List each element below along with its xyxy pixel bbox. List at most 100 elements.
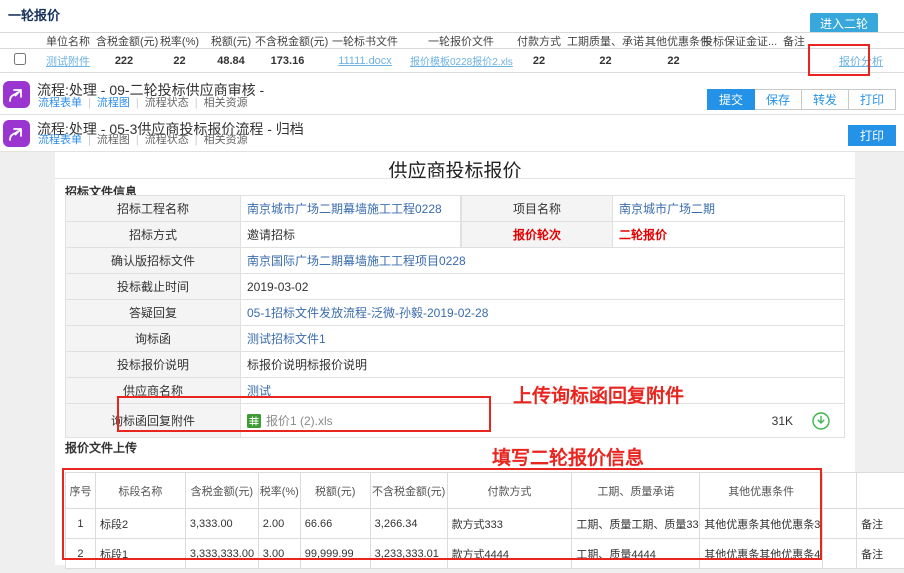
quote-table: 序号 标段名称 含税金额(元) 税率(%) 税额(元) 不含税金额(元) 付款方… <box>65 472 904 569</box>
cell-remark: 备注 <box>857 539 904 568</box>
col-quality: 工期质量、承诺 <box>566 33 645 49</box>
submit-button[interactable]: 提交 <box>707 89 755 110</box>
field-label: 供应商名称 <box>66 378 241 403</box>
cell-quality-promise: 工期、质量4444 <box>572 539 700 568</box>
field-label: 招标方式 <box>66 222 241 247</box>
field-label: 答疑回复 <box>66 300 241 325</box>
enter-round2-button[interactable]: 进入二轮 <box>810 13 878 33</box>
col-quote-file: 一轮报价文件 <box>410 33 512 49</box>
cell-tax-rate: 22 <box>152 55 207 67</box>
link-flow-form[interactable]: 流程表单 <box>38 134 82 146</box>
cell-payment: 款方式333 <box>448 509 573 538</box>
unit-name-link[interactable]: 测试附件 <box>46 56 90 68</box>
col-tax: 税额(元) <box>301 473 371 508</box>
quote-table-row: 1 标段2 3,333.00 2.00 66.66 3,266.34 款方式33… <box>66 509 904 539</box>
form-row: 确认版招标文件 南京国际广场二期幕墙施工工程项目0228 <box>66 248 845 274</box>
cell-other-benefits: 其他优惠条其他优惠条333 <box>700 509 823 538</box>
col-tax-rate: 税率(%) <box>259 473 301 508</box>
field-label: 项目名称 <box>461 196 613 221</box>
quote-note-value: 标报价说明标报价说明 <box>241 352 845 377</box>
col-spacer <box>823 473 857 508</box>
cell-other: 22 <box>645 55 702 67</box>
save-button[interactable]: 保存 <box>755 89 802 110</box>
cell-tax-incl: 3,333,333.00 <box>186 539 259 568</box>
quote-round-value: 二轮报价 <box>613 222 845 247</box>
link-related-resources[interactable]: 相关资源 <box>204 97 248 109</box>
cell-section-name: 标段2 <box>96 509 186 538</box>
cell-tax-excl: 3,233,333.01 <box>371 539 448 568</box>
row-checkbox[interactable] <box>14 53 26 65</box>
link-flow-status[interactable]: 流程状态 <box>145 97 189 109</box>
col-other-benefits: 其他优惠条件 <box>700 473 823 508</box>
workflow1-buttons: 提交 保存 转发 打印 <box>707 89 896 110</box>
cell-tax-incl: 3,333.00 <box>186 509 259 538</box>
workflow-header-1: 流程:处理 - 09-二轮投标供应商审核 - 流程表单|流程图|流程状态|相关资… <box>0 76 904 115</box>
col-remark: 备注 <box>770 33 818 49</box>
link-flow-chart[interactable]: 流程图 <box>97 134 130 146</box>
quote-analysis-link[interactable]: 报价分析 <box>839 56 883 68</box>
form-row: 投标截止时间 2019-03-02 <box>66 274 845 300</box>
project-name-value: 南京城市广场二期 <box>613 196 845 221</box>
col-tax-rate: 税率(%) <box>152 33 207 49</box>
forward-button[interactable]: 转发 <box>802 89 849 110</box>
cell-tax-rate: 2.00 <box>259 509 301 538</box>
download-icon[interactable] <box>812 412 830 430</box>
excel-file-icon <box>247 414 261 428</box>
inquiry-letter-value: 测试招标文件1 <box>241 326 845 351</box>
cell-tax-excl: 173.16 <box>255 55 320 67</box>
col-remark <box>857 473 904 508</box>
field-label: 投标截止时间 <box>66 274 241 299</box>
cell-other-benefits: 其他优惠条其他优惠条44 <box>700 539 823 568</box>
attachment-filename[interactable]: 报价1 (2).xls <box>266 412 333 429</box>
cell-tax: 48.84 <box>207 55 255 67</box>
field-label: 招标工程名称 <box>66 196 241 221</box>
col-deposit: 投标保证金证... <box>702 33 770 49</box>
field-label: 确认版招标文件 <box>66 248 241 273</box>
form-row-attachment: 询标函回复附件 报价1 (2).xls 31K <box>66 404 845 438</box>
link-related-resources[interactable]: 相关资源 <box>204 134 248 146</box>
cell-payment: 22 <box>512 55 566 67</box>
col-bid-file: 一轮标书文件 <box>320 33 410 49</box>
quote-table-header: 序号 标段名称 含税金额(元) 税率(%) 税额(元) 不含税金额(元) 付款方… <box>66 473 904 509</box>
form-row: 询标函 测试招标文件1 <box>66 326 845 352</box>
round1-table-header: 单位名称 含税金额(元) 税率(%) 税额(元) 不含税金额(元) 一轮标书文件… <box>0 32 904 49</box>
cell-tax: 99,999.99 <box>301 539 371 568</box>
cell-spacer <box>823 509 857 538</box>
link-flow-status[interactable]: 流程状态 <box>145 134 189 146</box>
cell-index: 1 <box>66 509 96 538</box>
form-row: 投标报价说明 标报价说明标报价说明 <box>66 352 845 378</box>
quote-table-row: 2 标段1 3,333,333.00 3.00 99,999.99 3,233,… <box>66 539 904 569</box>
supplier-name-value: 测试 <box>241 378 845 403</box>
col-section-name: 标段名称 <box>96 473 186 508</box>
workflow2-links: 流程表单|流程图|流程状态|相关资源 <box>38 131 248 147</box>
col-tax-excl: 不含税金额(元) <box>255 33 320 49</box>
cell-tax: 66.66 <box>301 509 371 538</box>
field-label: 投标报价说明 <box>66 352 241 377</box>
col-tax: 税额(元) <box>207 33 255 49</box>
form-row: 供应商名称 测试 <box>66 378 845 404</box>
field-label: 询标函回复附件 <box>66 404 241 437</box>
cell-quality-promise: 工期、质量工期、质量3333 <box>572 509 700 538</box>
form-panel: 供应商投标报价 招标文件信息 招标工程名称 南京城市广场二期幕墙施工工程0228… <box>55 152 855 565</box>
cell-tax-rate: 3.00 <box>259 539 301 568</box>
col-tax-excl: 不含税金额(元) <box>371 473 448 508</box>
bid-file-link[interactable]: 11111.docx <box>338 55 392 67</box>
link-flow-chart[interactable]: 流程图 <box>97 97 130 109</box>
col-index: 序号 <box>66 473 96 508</box>
print-button[interactable]: 打印 <box>848 125 896 146</box>
workflow-icon <box>3 81 30 108</box>
bid-info-table: 招标工程名称 南京城市广场二期幕墙施工工程0228 项目名称 南京城市广场二期 … <box>65 195 845 438</box>
field-label: 询标函 <box>66 326 241 351</box>
cell-tax-incl: 222 <box>96 55 152 67</box>
attachment-size: 31K <box>772 414 793 428</box>
confirmed-bid-doc-value: 南京国际广场二期幕墙施工工程项目0228 <box>241 248 845 273</box>
cell-tax-excl: 3,266.34 <box>371 509 448 538</box>
bid-project-name-value: 南京城市广场二期幕墙施工工程0228 <box>241 196 461 221</box>
link-flow-form[interactable]: 流程表单 <box>38 97 82 109</box>
col-payment: 付款方式 <box>512 33 566 49</box>
quote-file-link[interactable]: 报价模板0228报价2.xls <box>410 57 513 68</box>
round1-table: 单位名称 含税金额(元) 税率(%) 税额(元) 不含税金额(元) 一轮标书文件… <box>0 32 904 73</box>
col-tax-incl: 含税金额(元) <box>186 473 259 508</box>
print-button[interactable]: 打印 <box>849 89 896 110</box>
quote-round-label: 报价轮次 <box>461 222 613 247</box>
